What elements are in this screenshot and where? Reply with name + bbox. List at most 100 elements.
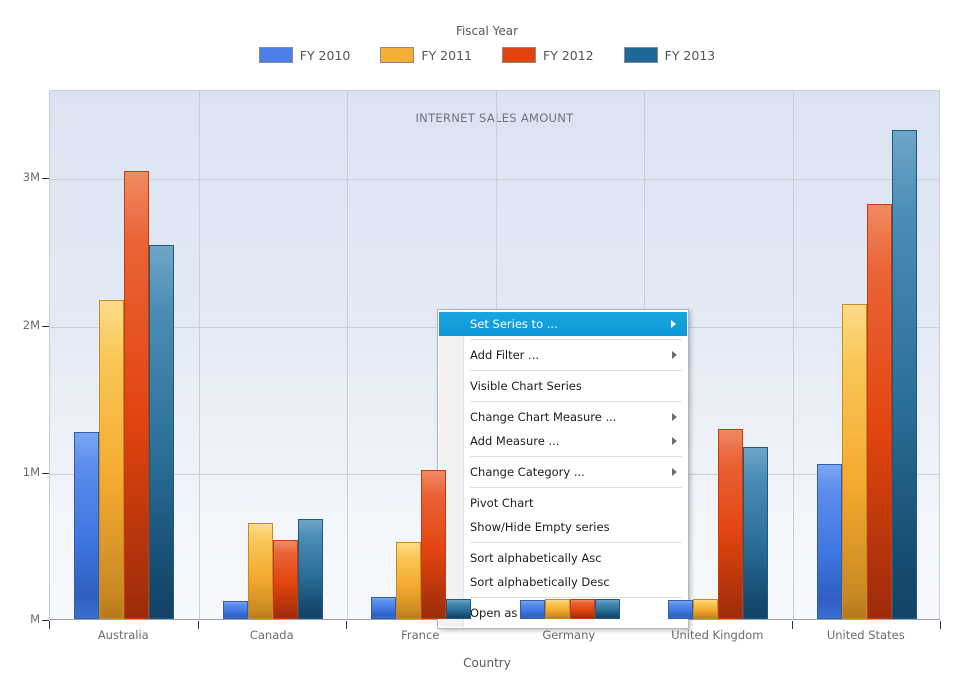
context-menu-item-label: Pivot Chart: [470, 496, 534, 510]
gridline-vertical: [347, 91, 348, 619]
bar-group: [816, 91, 917, 619]
legend-swatch-icon: [380, 47, 415, 63]
bar-fill: [222, 601, 248, 619]
legend-item[interactable]: FY 2011: [380, 47, 472, 63]
y-axis-tick-label: 2M: [22, 317, 40, 332]
bar[interactable]: [396, 541, 422, 619]
bar[interactable]: [371, 596, 397, 619]
legend-item[interactable]: FY 2010: [258, 47, 351, 63]
context-menu[interactable]: Set Series to ... Add Filter ... Visible C…: [437, 309, 689, 629]
bar[interactable]: [544, 599, 570, 619]
bar[interactable]: [718, 429, 744, 619]
bar[interactable]: [421, 470, 447, 619]
bar-fill: [371, 596, 397, 619]
bar-fill: [297, 518, 323, 619]
context-menu-separator: [470, 401, 682, 402]
context-menu-item-label: Sort alphabetically Asc: [470, 551, 602, 565]
bar[interactable]: [99, 299, 125, 619]
bar-fill: [569, 599, 595, 619]
context-menu-separator: [470, 370, 682, 371]
x-axis-tick-mark: [940, 621, 941, 629]
chart-legend: FY 2010 FY 2011 FY 2012 FY 2013: [0, 47, 974, 63]
context-menu-item[interactable]: Add Filter ...: [438, 343, 688, 367]
context-menu-item[interactable]: Pivot Chart: [438, 491, 688, 515]
bar[interactable]: [519, 599, 545, 619]
legend-item-label: FY 2011: [421, 47, 472, 63]
legend-title: Fiscal Year: [455, 24, 519, 38]
context-menu-separator: [470, 597, 682, 598]
x-axis-tick-mark: [49, 621, 50, 629]
bar[interactable]: [272, 539, 298, 619]
bar[interactable]: [247, 523, 273, 619]
submenu-arrow-icon: [672, 468, 677, 476]
legend-item-label: FY 2013: [664, 47, 716, 63]
bar-fill: [743, 446, 769, 619]
submenu-arrow-icon: [672, 437, 677, 445]
x-axis-title: Country: [463, 656, 511, 670]
bar[interactable]: [594, 599, 620, 619]
y-axis-tick-mark: [42, 620, 49, 621]
y-axis-tick-mark: [42, 326, 49, 327]
bar-fill: [594, 599, 620, 619]
x-axis-tick-label: United States: [826, 628, 905, 642]
bar[interactable]: [74, 432, 100, 619]
context-menu-item-label: Set Series to ...: [470, 317, 558, 331]
bar[interactable]: [124, 171, 150, 619]
context-menu-item[interactable]: Change Chart Measure ...: [438, 405, 688, 429]
bar[interactable]: [149, 245, 175, 619]
bar[interactable]: [222, 601, 248, 619]
gridline-horizontal: [50, 179, 939, 181]
bar-fill: [446, 599, 472, 619]
legend-item-label: FY 2012: [543, 47, 594, 63]
y-axis-tick-mark: [42, 473, 49, 474]
bar-fill: [149, 245, 175, 619]
context-menu-separator: [470, 487, 682, 488]
bar[interactable]: [446, 599, 472, 619]
context-menu-item[interactable]: Show/Hide Empty series: [438, 515, 688, 539]
context-menu-item[interactable]: Sort alphabetically Desc: [438, 570, 688, 594]
x-axis-tick-label: Canada: [249, 628, 294, 642]
bar[interactable]: [841, 303, 867, 619]
bar[interactable]: [668, 599, 694, 619]
bar-fill: [816, 464, 842, 619]
context-menu-item-label: Show/Hide Empty series: [470, 520, 610, 534]
x-axis-tick-label: Germany: [542, 628, 596, 642]
context-menu-item[interactable]: Change Category ...: [438, 460, 688, 484]
bar-fill: [841, 303, 867, 619]
context-menu-item-label: Visible Chart Series: [470, 379, 582, 393]
bar[interactable]: [816, 464, 842, 619]
legend-item[interactable]: FY 2013: [623, 47, 716, 63]
context-menu-item-label: Change Chart Measure ...: [470, 410, 617, 424]
bar-fill: [718, 429, 744, 619]
context-menu-item-label: Add Filter ...: [470, 348, 540, 362]
submenu-arrow-icon: [672, 351, 677, 359]
bar-fill: [693, 599, 719, 619]
x-axis-tick-label: Australia: [97, 628, 149, 642]
bar[interactable]: [891, 130, 917, 619]
legend-item[interactable]: FY 2012: [502, 47, 594, 63]
bar-fill: [396, 541, 422, 619]
context-menu-item[interactable]: Visible Chart Series: [438, 374, 688, 398]
legend-swatch-icon: [502, 47, 536, 63]
bar[interactable]: [693, 599, 719, 619]
bar-group: [222, 91, 323, 619]
context-menu-item-label: Sort alphabetically Desc: [470, 575, 610, 589]
context-menu-item[interactable]: Sort alphabetically Asc: [438, 546, 688, 570]
y-axis-tick-label: 3M: [22, 170, 40, 185]
bar-fill: [519, 599, 545, 619]
chart-title: INTERNET SALES AMOUNT: [415, 111, 574, 125]
bar[interactable]: [866, 203, 892, 619]
bar[interactable]: [569, 599, 595, 619]
context-menu-item[interactable]: Add Measure ...: [438, 429, 688, 453]
bar[interactable]: [297, 518, 323, 619]
legend-swatch-icon: [623, 47, 658, 63]
bar-fill: [247, 523, 273, 619]
legend-item-label: FY 2010: [299, 47, 351, 63]
bar-fill: [272, 539, 298, 619]
context-menu-separator: [470, 456, 682, 457]
chart-page: Fiscal Year FY 2010 FY 2011 FY 2012 FY 2013…: [0, 0, 974, 684]
submenu-arrow-icon: [672, 413, 677, 421]
bar[interactable]: [743, 446, 769, 619]
x-axis-tick-mark: [346, 621, 347, 629]
context-menu-item[interactable]: Set Series to ...: [439, 312, 687, 336]
